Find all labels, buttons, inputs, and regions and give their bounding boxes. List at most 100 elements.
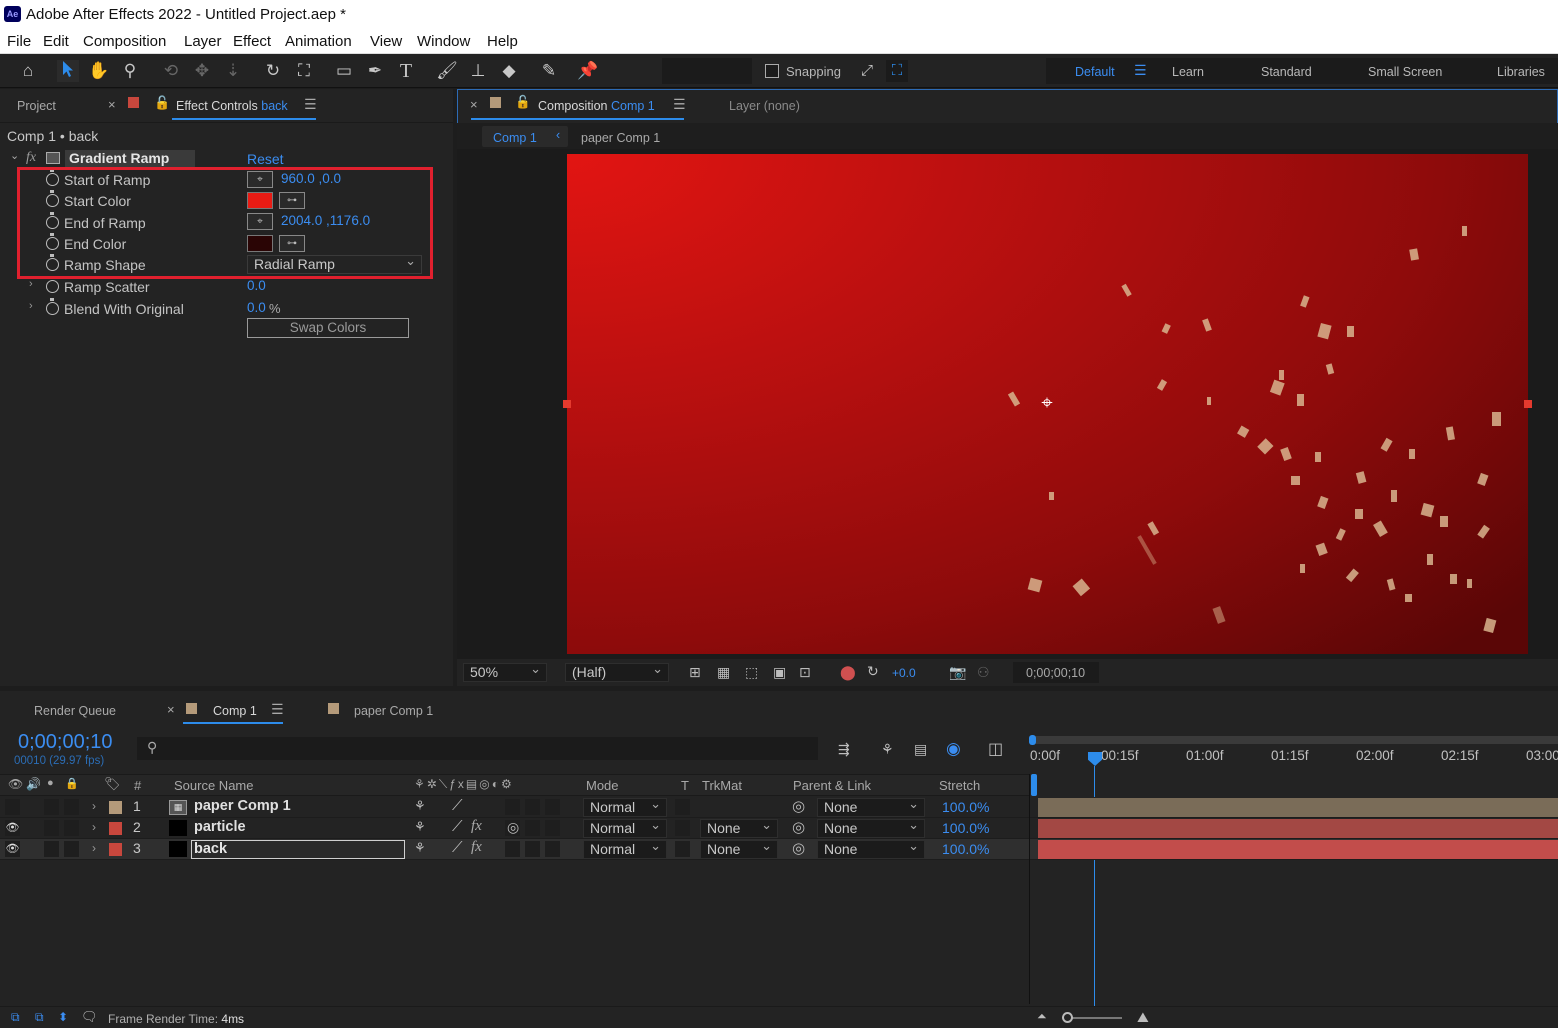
render-time-icon[interactable]: 🗨 — [81, 1009, 98, 1025]
adjustment-switch[interactable] — [525, 799, 540, 815]
close-tab-icon[interactable]: × — [470, 97, 478, 112]
track-matte-dropdown[interactable]: None — [700, 837, 778, 859]
type-tool-icon[interactable]: T — [395, 60, 417, 82]
expand-chevron-icon[interactable]: › — [29, 300, 33, 312]
blend-mode-dropdown[interactable]: Normal — [583, 795, 667, 817]
ramp-scatter-value[interactable]: 0.0 — [247, 278, 266, 293]
menu-help[interactable]: Help — [487, 33, 518, 50]
layer-duration-bar[interactable] — [1038, 819, 1558, 838]
menu-effect[interactable]: Effect — [233, 33, 271, 50]
preserve-transparency-toggle[interactable] — [675, 799, 690, 815]
audio-toggle[interactable] — [44, 841, 59, 857]
adjustment-switch[interactable] — [525, 841, 540, 857]
show-snapshot-icon[interactable]: ⚇ — [977, 664, 990, 681]
expand-layer-switches-icon[interactable]: ⧉ — [11, 1010, 20, 1025]
snap-features-icon[interactable]: ⛶ — [886, 60, 908, 82]
resolution-dropdown[interactable]: (Half) — [565, 660, 669, 682]
3d-layer-switch[interactable] — [545, 841, 560, 857]
reset-exposure-icon[interactable]: ↻ — [867, 663, 879, 680]
preserve-transparency-toggle[interactable] — [675, 820, 690, 836]
rectangle-tool-icon[interactable]: ▭ — [333, 60, 355, 82]
blend-mode-dropdown[interactable]: Normal — [583, 837, 667, 859]
audio-toggle[interactable] — [44, 799, 59, 815]
timeline-scroll-handle[interactable] — [1031, 774, 1037, 796]
shy-switch-icon[interactable]: ⚘ — [414, 819, 426, 835]
preserve-transparency-toggle[interactable] — [675, 841, 690, 857]
workspace-standard[interactable]: Standard — [1261, 65, 1312, 79]
stopwatch-icon[interactable] — [46, 276, 59, 293]
snapping-checkbox[interactable] — [765, 64, 779, 78]
quality-switch-icon[interactable]: ⟋ — [452, 797, 463, 814]
stretch-value[interactable]: 100.0% — [942, 799, 989, 815]
adjustment-switch[interactable] — [525, 820, 540, 836]
3d-layer-switch[interactable] — [545, 799, 560, 815]
motion-blur-switch[interactable] — [505, 841, 520, 857]
panel-menu-icon[interactable]: ☰ — [673, 96, 686, 113]
puppet-pin-icon[interactable]: 📌 — [577, 60, 599, 82]
workspace-default[interactable]: Default — [1075, 65, 1115, 79]
layer-label-color[interactable] — [109, 822, 122, 835]
workspace-small-screen[interactable]: Small Screen — [1368, 65, 1442, 79]
tab-comp1[interactable]: Comp 1 — [213, 704, 257, 718]
viewer-timecode[interactable]: 0;00;00;10 — [1026, 666, 1085, 680]
zoom-in-icon[interactable]: ⛰ — [1137, 1009, 1149, 1026]
audio-toggle[interactable] — [44, 820, 59, 836]
hand-tool-icon[interactable]: ✋ — [88, 60, 110, 82]
menu-file[interactable]: File — [7, 33, 31, 50]
col-stretch[interactable]: Stretch — [939, 778, 980, 793]
comp-flowchart-icon[interactable]: ⇶ — [838, 741, 850, 758]
visibility-toggle-icon[interactable] — [5, 799, 20, 815]
shy-layers-icon[interactable]: ⚘ — [881, 741, 894, 758]
menu-edit[interactable]: Edit — [43, 33, 69, 50]
tab-composition[interactable]: Composition Comp 1 — [538, 99, 655, 113]
mask-visibility-icon[interactable]: ⬚ — [745, 664, 758, 681]
layer-handle-left[interactable] — [563, 400, 571, 408]
panel-menu-icon[interactable]: ☰ — [271, 701, 284, 718]
tab-render-queue[interactable]: Render Queue — [34, 704, 116, 718]
pan-camera-icon[interactable]: ✥ — [191, 60, 213, 82]
collapse-chevron-icon[interactable]: ⌄ — [10, 149, 19, 162]
dolly-camera-icon[interactable]: ⇣ — [222, 60, 244, 82]
layer-name[interactable]: particle — [194, 819, 246, 835]
layer-duration-bar[interactable] — [1038, 840, 1558, 859]
zoom-slider[interactable] — [1066, 1017, 1122, 1019]
grid-guides-icon[interactable]: ⊡ — [799, 664, 811, 681]
fast-previews-icon[interactable]: ⊞ — [689, 664, 701, 681]
motion-blur-icon[interactable]: ◉ — [946, 739, 961, 759]
stretch-value[interactable]: 100.0% — [942, 841, 989, 857]
shy-switch-icon[interactable]: ⚘ — [414, 840, 426, 856]
shy-switch-icon[interactable]: ⚘ — [414, 798, 426, 814]
blend-mode-dropdown[interactable]: Normal — [583, 816, 667, 838]
work-area-start[interactable] — [1029, 735, 1036, 745]
layer-search-input[interactable] — [137, 737, 818, 760]
table-row[interactable]: 👁 › 2 particle ⚘ ⟋ fx ◎ Normal None ◎ None 100.0% — [0, 816, 1558, 839]
workspace-menu-icon[interactable]: ☰ — [1134, 62, 1147, 79]
quality-switch-icon[interactable]: ⟋ — [452, 839, 463, 856]
workspace-libraries[interactable]: Libraries — [1497, 65, 1545, 79]
menu-view[interactable]: View — [370, 33, 402, 50]
subtab-paper-comp1[interactable]: paper Comp 1 — [581, 131, 660, 145]
tab-layer-none[interactable]: Layer (none) — [729, 99, 800, 113]
col-source-name[interactable]: Source Name — [174, 778, 253, 793]
zoom-out-icon[interactable]: ⏶ — [1037, 1009, 1047, 1024]
selection-tool-icon[interactable] — [57, 60, 79, 82]
solo-toggle[interactable] — [64, 799, 79, 815]
lock-icon[interactable]: 🔓 — [154, 95, 170, 111]
motion-blur-on-icon[interactable]: ◎ — [507, 819, 519, 836]
track-matte-dropdown[interactable]: None — [700, 816, 778, 838]
pick-whip-icon[interactable]: ◎ — [792, 818, 805, 836]
pick-whip-icon[interactable]: ◎ — [792, 797, 805, 815]
stretch-value[interactable]: 100.0% — [942, 820, 989, 836]
channel-rgb-icon[interactable]: ⬤ — [840, 664, 856, 681]
home-icon[interactable]: ⌂ — [17, 60, 39, 82]
zoom-tool-icon[interactable]: ⚲ — [119, 60, 141, 82]
solo-toggle[interactable] — [64, 820, 79, 836]
rotate-tool-icon[interactable]: ↻ — [262, 60, 284, 82]
graph-editor-icon[interactable]: ◫ — [988, 739, 1003, 759]
layer-handle-right[interactable] — [1524, 400, 1532, 408]
current-time[interactable]: 0;00;00;10 — [18, 731, 113, 754]
brush-tool-icon[interactable]: 🖌 — [436, 60, 458, 82]
clone-stamp-icon[interactable]: ⊥ — [467, 60, 489, 82]
parent-dropdown[interactable]: None — [817, 816, 925, 838]
layer-name[interactable]: back — [191, 840, 405, 859]
